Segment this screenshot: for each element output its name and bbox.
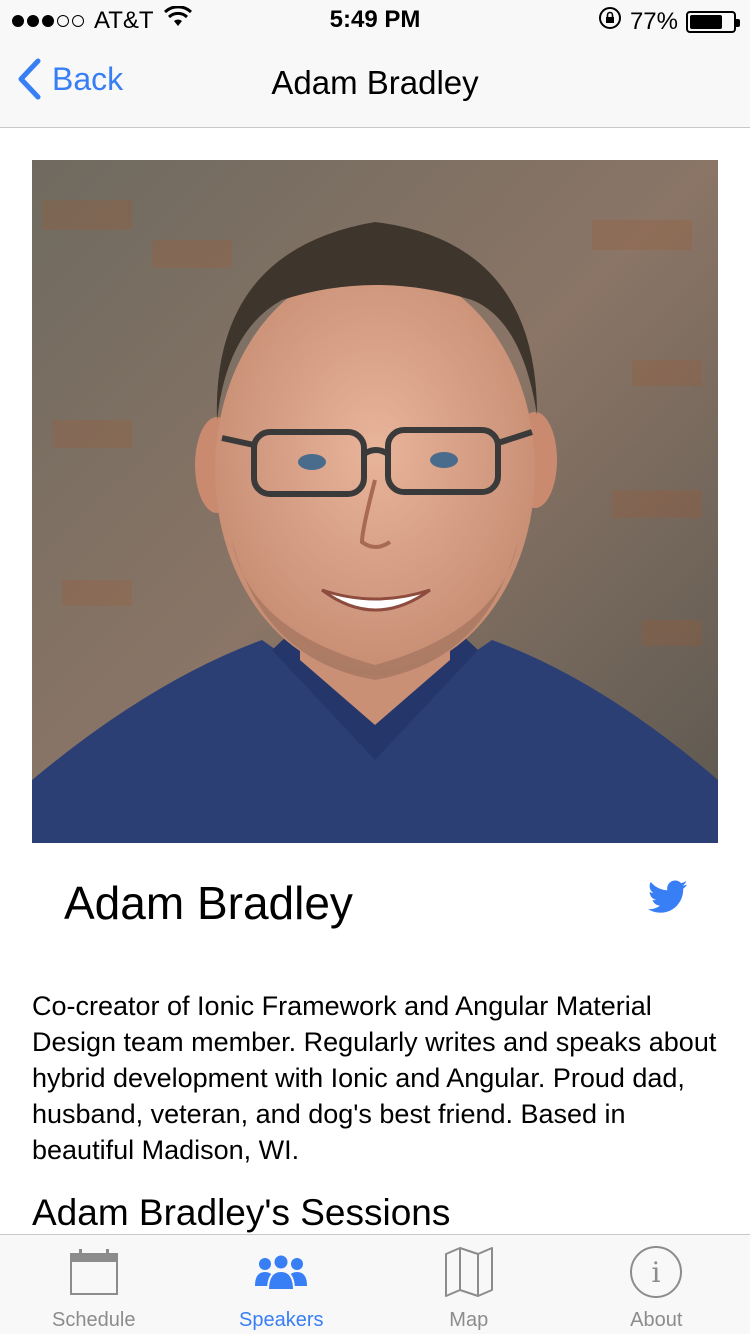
people-icon [253,1245,309,1299]
speaker-detail-content[interactable]: Adam Bradley Co-creator of Ionic Framewo… [0,128,750,1234]
status-right: 77% [598,6,740,37]
battery-icon [686,10,740,33]
tab-schedule[interactable]: Schedule [0,1235,188,1334]
page-title: Adam Bradley [271,64,479,101]
tab-label: Speakers [239,1309,324,1331]
tab-bar: Schedule Speakers Map i About [0,1234,750,1334]
speaker-photo [32,160,718,843]
svg-text:i: i [652,1256,661,1289]
speaker-name: Adam Bradley [64,877,353,929]
tab-label: Map [449,1309,489,1331]
tab-label: About [630,1309,683,1331]
sessions-heading: Adam Bradley's Sessions [32,1192,451,1233]
battery-percent: 77% [629,7,678,35]
info-icon: i [629,1245,683,1299]
calendar-icon [69,1245,119,1299]
speaker-bio: Co-creator of Ionic Framework and Angula… [32,991,717,1165]
tab-speakers[interactable]: Speakers [188,1235,376,1334]
tab-label: Schedule [52,1309,136,1331]
status-bar: AT&T 5:49 PM 77% [0,0,750,40]
battery-fill [690,14,723,29]
twitter-icon [648,880,688,913]
twitter-button[interactable] [648,880,688,920]
orientation-lock-icon [598,6,622,37]
map-icon [443,1245,495,1299]
tab-map[interactable]: Map [375,1235,563,1334]
tab-about[interactable]: i About [563,1235,750,1334]
navigation-bar: Back Adam Bradley [0,40,750,128]
